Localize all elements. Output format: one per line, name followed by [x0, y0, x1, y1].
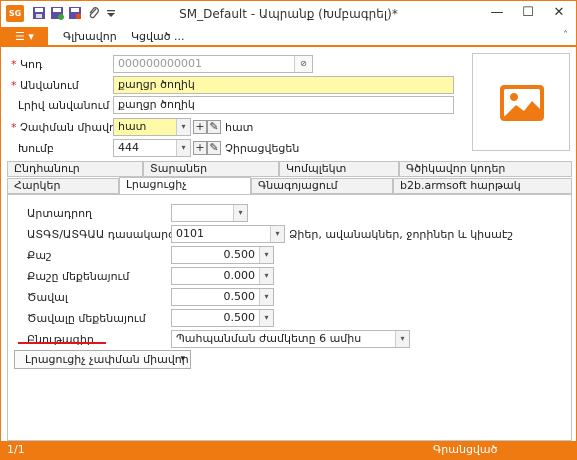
chevron-down-icon[interactable]: ▾ — [176, 140, 190, 156]
atgaa-value: 0101 — [176, 227, 204, 240]
minimize-button[interactable]: — — [482, 1, 512, 25]
chevron-down-icon[interactable]: ▾ — [395, 331, 409, 347]
tab-home[interactable]: Գլխավոր — [63, 30, 117, 43]
unit-label: * Չափման միավոր — [11, 121, 123, 134]
main-window: SG SM_Default - Ապրանք (Խմբագրել)* — ☐ ✕… — [0, 0, 577, 460]
ribbon: ☰ ▾ Գլխավոր Կցված ... ˄ — [1, 27, 576, 47]
full-name-label: Լրիվ անվանում — [18, 99, 110, 112]
tab-containers[interactable]: Տարաներ — [143, 161, 279, 177]
producer-field[interactable]: ▾ — [171, 204, 248, 222]
description-value: Պահպանման ժամկետը 6 ամիս — [176, 332, 362, 345]
weight-value: 0.500 — [223, 248, 256, 261]
file-menu-button[interactable]: ☰ ▾ — [1, 27, 48, 47]
tab-barcodes[interactable]: Գծիկավոր կոդեր — [399, 161, 572, 177]
required-marker: * — [11, 58, 17, 71]
volume-vehicle-value: 0.500 — [223, 311, 256, 324]
tab-attached[interactable]: Կցված ... — [131, 30, 185, 43]
tab-taxes[interactable]: Հարկեր — [7, 178, 119, 194]
chevron-down-icon[interactable]: ▾ — [259, 310, 273, 326]
name-label-text: Անվանում — [20, 79, 79, 92]
unit-field[interactable]: հատ ▾ — [113, 118, 191, 136]
atgaa-caption: Ձիեր, ավանակներ, ջորիներ և կիսաէշ — [289, 228, 513, 241]
volume-value: 0.500 — [223, 290, 256, 303]
edit-unit-button[interactable]: ✎ — [207, 120, 221, 134]
chevron-down-icon: ▾ — [180, 354, 185, 364]
chevron-down-icon[interactable]: ▾ — [259, 268, 273, 284]
volume-vehicle-field[interactable]: 0.500 ▾ — [171, 309, 274, 327]
record-counter: 1/1 — [7, 443, 25, 456]
volume-label: Ծավալ — [27, 291, 68, 304]
group-value: 444 — [118, 141, 139, 154]
edit-group-button[interactable]: ✎ — [207, 141, 221, 155]
weight-vehicle-field[interactable]: 0.000 ▾ — [171, 267, 274, 285]
record-status: Գրանցված — [433, 443, 498, 456]
chevron-down-icon[interactable]: ▾ — [259, 289, 273, 305]
full-name-field[interactable]: քաղցր ծողիկ — [113, 96, 454, 114]
producer-label: Արտադրող — [27, 207, 93, 220]
collapse-ribbon-icon[interactable]: ˄ — [563, 30, 568, 41]
annotation-underline — [18, 342, 106, 344]
image-icon — [500, 85, 544, 121]
tab-pricing[interactable]: Գնագոյացում — [251, 178, 393, 194]
tab-b2b[interactable]: b2b.armsoft hարթակ — [393, 178, 572, 194]
tab-additional[interactable]: Լրացուցիչ — [119, 177, 251, 195]
weight-label: Քաշ — [27, 249, 52, 262]
weight-field[interactable]: 0.500 ▾ — [171, 246, 274, 264]
chevron-down-icon[interactable]: ▾ — [233, 205, 247, 221]
unit-value: հատ — [118, 120, 147, 133]
extra-units-button[interactable]: Լրացուցիչ չափման միավոր ▾ — [14, 350, 191, 369]
volume-field[interactable]: 0.500 ▾ — [171, 288, 274, 306]
code-value: 000000000001 — [118, 57, 202, 70]
weight-vehicle-value: 0.000 — [223, 269, 256, 282]
required-marker: * — [11, 79, 17, 92]
tab-general[interactable]: Ընդհանուր — [7, 161, 143, 177]
tab-kit[interactable]: Կոմպլեկտ — [279, 161, 399, 177]
description-field[interactable]: Պահպանման ժամկետը 6 ամիս ▾ — [171, 330, 410, 348]
atgaa-field[interactable]: 0101 ▾ — [171, 225, 285, 243]
add-group-button[interactable]: + — [193, 141, 207, 155]
name-label: * Անվանում — [11, 79, 79, 92]
volume-vehicle-label: Ծավալը մեքենայում — [27, 312, 146, 325]
chevron-down-icon[interactable]: ▾ — [176, 119, 190, 135]
unit-caption: հատ — [225, 121, 254, 134]
title-bar: SG SM_Default - Ապրանք (Խմբագրել)* — ☐ ✕ — [1, 1, 576, 27]
group-caption: Չիրացվեցեն — [225, 142, 300, 155]
description-label: Բնութագիր — [27, 333, 94, 346]
weight-vehicle-label: Քաշը մեքենայում — [27, 270, 130, 283]
group-field[interactable]: 444 ▾ — [113, 139, 191, 157]
product-image-box[interactable] — [472, 53, 570, 151]
add-unit-button[interactable]: + — [193, 120, 207, 134]
required-marker: * — [11, 121, 17, 134]
chevron-down-icon[interactable]: ▾ — [259, 247, 273, 263]
code-label-text: Կոդ — [20, 58, 43, 71]
group-label: Խումբ — [18, 142, 54, 155]
code-picker-icon[interactable]: ⊘ — [294, 56, 312, 72]
code-field[interactable]: 000000000001 ⊘ — [113, 55, 313, 73]
menu-icon: ☰ — [15, 30, 25, 43]
name-field[interactable]: քաղցր ծողիկ — [113, 76, 454, 94]
close-button[interactable]: ✕ — [544, 1, 574, 25]
extra-units-label: Լրացուցիչ չափման միավոր — [25, 353, 189, 366]
status-bar: 1/1 Գրանցված — [1, 441, 576, 459]
maximize-button[interactable]: ☐ — [513, 1, 543, 25]
chevron-down-icon[interactable]: ▾ — [270, 226, 284, 242]
atgaa-label: ԱՏԳՏ/ԱՏԳԱԱ դասակարգիչ — [27, 228, 187, 241]
code-label: * Կոդ — [11, 58, 42, 71]
unit-label-text: Չափման միավոր — [20, 121, 123, 134]
chevron-down-icon: ▾ — [28, 30, 34, 43]
